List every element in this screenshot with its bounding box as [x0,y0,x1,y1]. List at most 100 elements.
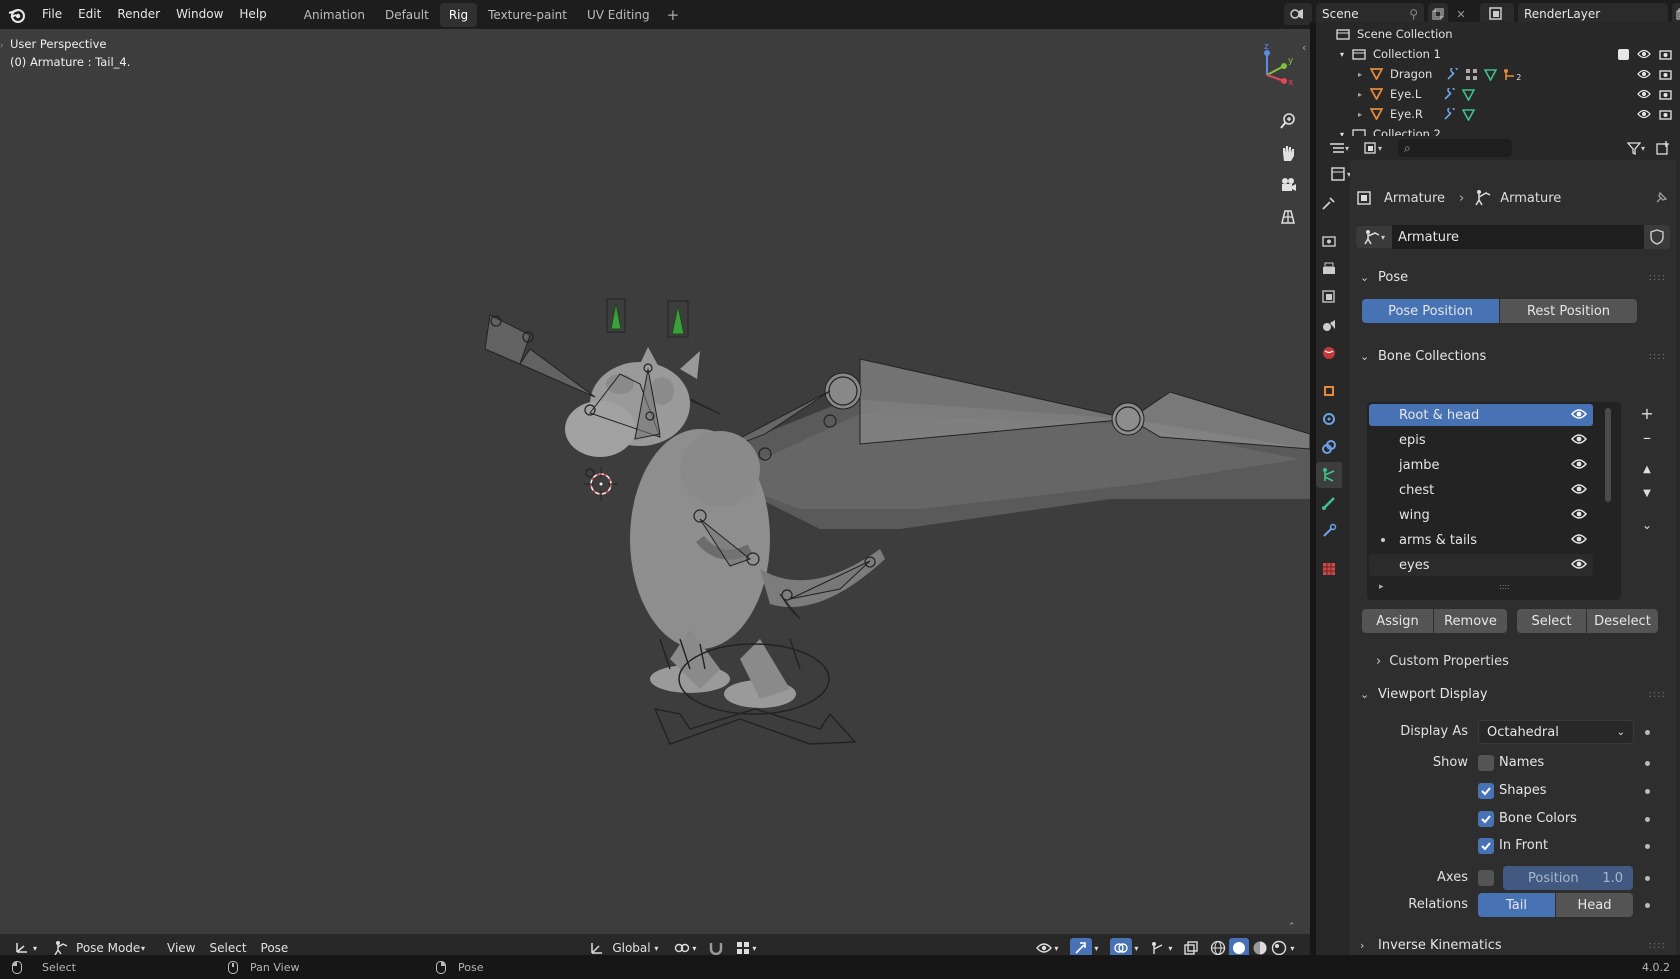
drag-handle-icon[interactable]: :::: [1649,940,1666,951]
bone-colors-checkbox[interactable] [1478,811,1494,827]
menu-edit[interactable]: Edit [70,0,109,29]
names-checkbox[interactable] [1478,755,1494,771]
menu-help[interactable]: Help [231,0,274,29]
world-tab-icon[interactable] [1316,340,1342,366]
eye-icon[interactable] [1571,483,1587,495]
list-item[interactable]: epis [1369,429,1593,451]
material-shading-icon[interactable] [1252,940,1268,956]
scene-browse-button[interactable] [1284,3,1312,25]
list-item[interactable]: wing [1369,504,1593,526]
drag-handle-icon[interactable]: :::: [1649,689,1666,700]
expand-arrow-icon[interactable]: ▸ [1358,110,1362,119]
constraints-tab-icon[interactable] [1316,434,1342,460]
eye-icon[interactable] [1571,408,1587,420]
texture-tab-icon[interactable] [1316,556,1342,582]
select-bones-button[interactable]: Select [1517,609,1586,633]
inverse-kinematics-panel-header[interactable]: › Inverse Kinematics :::: [1352,935,1674,955]
camera-icon[interactable] [1659,49,1672,60]
expand-arrow-icon[interactable]: ▸ [1358,90,1362,99]
new-collection-button[interactable] [1652,137,1674,159]
remove-button[interactable]: Remove [1434,609,1507,633]
eye-icon[interactable] [1571,533,1587,545]
pose-position-button[interactable]: Pose Position [1362,299,1499,323]
eye-icon[interactable] [1571,508,1587,520]
keyframe-dot-icon[interactable] [1645,761,1650,766]
list-scrollbar[interactable] [1605,408,1611,502]
eye-icon[interactable] [1571,433,1587,445]
keyframe-dot-icon[interactable] [1645,789,1650,794]
custom-properties-subpanel-header[interactable]: › Custom Properties [1376,650,1656,672]
object-tab-icon[interactable] [1316,378,1342,404]
menu-render[interactable]: Render [109,0,168,29]
list-item[interactable]: chest [1369,479,1593,501]
tab-default[interactable]: Default [376,3,438,27]
remove-collection-button[interactable]: – [1636,426,1658,448]
relations-head-button[interactable]: Head [1556,893,1633,917]
outliner-row-scene-collection[interactable]: Scene Collection [1316,24,1680,44]
tab-texture-paint[interactable]: Texture-paint [479,3,576,27]
tab-animation[interactable]: Animation [295,3,374,27]
list-item[interactable]: arms & tails [1369,529,1593,551]
list-item[interactable]: jambe [1369,454,1593,476]
physics-tab-icon[interactable] [1316,406,1342,432]
tab-rig[interactable]: Rig [439,2,478,27]
wireframe-shading-icon[interactable] [1210,940,1226,956]
outliner-row-eye-l[interactable]: ▸ Eye.L [1316,84,1680,104]
dragon-armature-scene[interactable] [0,29,1310,934]
drag-handle-icon[interactable]: :::: [1649,351,1666,362]
pin-icon[interactable] [1654,191,1668,205]
outliner-row-eye-r[interactable]: ▸ Eye.R [1316,104,1680,124]
list-item[interactable]: Root & head [1369,404,1593,426]
blender-logo-icon[interactable] [8,6,26,24]
pose-panel-header[interactable]: ⌄ Pose :::: [1352,263,1674,291]
camera-icon[interactable] [1659,109,1672,120]
outliner-search-input[interactable]: ⌕ [1398,139,1512,157]
camera-icon[interactable] [1659,69,1672,80]
menu-window[interactable]: Window [168,0,231,29]
eye-icon[interactable] [1637,89,1651,99]
axes-checkbox[interactable] [1478,870,1494,886]
header-collapse-arrow[interactable]: ⌃ [1288,922,1296,932]
eye-icon[interactable] [1637,49,1651,59]
outliner-row-dragon[interactable]: ▸ Dragon 2 [1316,64,1680,84]
scene-tab-icon[interactable] [1316,312,1342,338]
eye-icon[interactable] [1637,109,1651,119]
outliner-display-mode-dropdown[interactable]: ▾ [1324,137,1354,159]
armature-data-tab-icon[interactable] [1316,462,1342,488]
display-as-dropdown[interactable]: Octahedral ⌄ [1478,720,1634,744]
keyframe-dot-icon[interactable] [1645,817,1650,822]
render-tab-icon[interactable] [1316,228,1342,254]
list-resize-handle[interactable]: :::: [1499,582,1510,591]
eye-icon[interactable] [1571,558,1587,570]
armature-browse-button[interactable]: ▾ [1356,226,1392,248]
armature-name-field[interactable]: Armature [1392,225,1644,249]
axes-position-slider[interactable]: Position 1.0 [1503,866,1633,890]
keyframe-dot-icon[interactable] [1645,844,1650,849]
menu-file[interactable]: File [34,0,70,29]
keyframe-dot-icon[interactable] [1645,876,1650,881]
camera-icon[interactable] [1659,89,1672,100]
chevron-down-icon[interactable]: ▾ [1290,944,1294,953]
tool-tab-icon[interactable] [1316,190,1342,216]
3d-viewport[interactable]: › User Perspective (0) Armature : Tail_4… [0,29,1310,934]
eye-icon[interactable] [1637,69,1651,79]
fake-user-button[interactable] [1644,225,1670,249]
expand-arrow-icon[interactable]: ▾ [1340,50,1344,59]
outliner-row-collection-1[interactable]: ▾ Collection 1 [1316,44,1680,64]
tab-uv-editing[interactable]: UV Editing [578,3,659,27]
deselect-bones-button[interactable]: Deselect [1587,609,1658,633]
rest-position-button[interactable]: Rest Position [1500,299,1637,323]
viewport-display-panel-header[interactable]: ⌄ Viewport Display :::: [1352,680,1674,708]
move-down-button[interactable]: ▼ [1636,482,1658,504]
eye-icon[interactable] [1571,458,1587,470]
output-tab-icon[interactable] [1316,256,1342,282]
outliner-view-layer-dropdown[interactable]: ▾ [1358,137,1388,159]
checkbox-icon[interactable] [1618,48,1629,60]
list-filter-toggle-icon[interactable]: ▸ [1379,582,1384,592]
assign-button[interactable]: Assign [1362,609,1433,633]
drag-handle-icon[interactable]: :::: [1649,272,1666,283]
keyframe-dot-icon[interactable] [1645,730,1650,735]
pin-icon[interactable]: ⚲ [1409,7,1418,21]
rendered-shading-icon[interactable] [1271,940,1287,956]
specials-menu-button[interactable]: ⌄ [1636,514,1658,536]
